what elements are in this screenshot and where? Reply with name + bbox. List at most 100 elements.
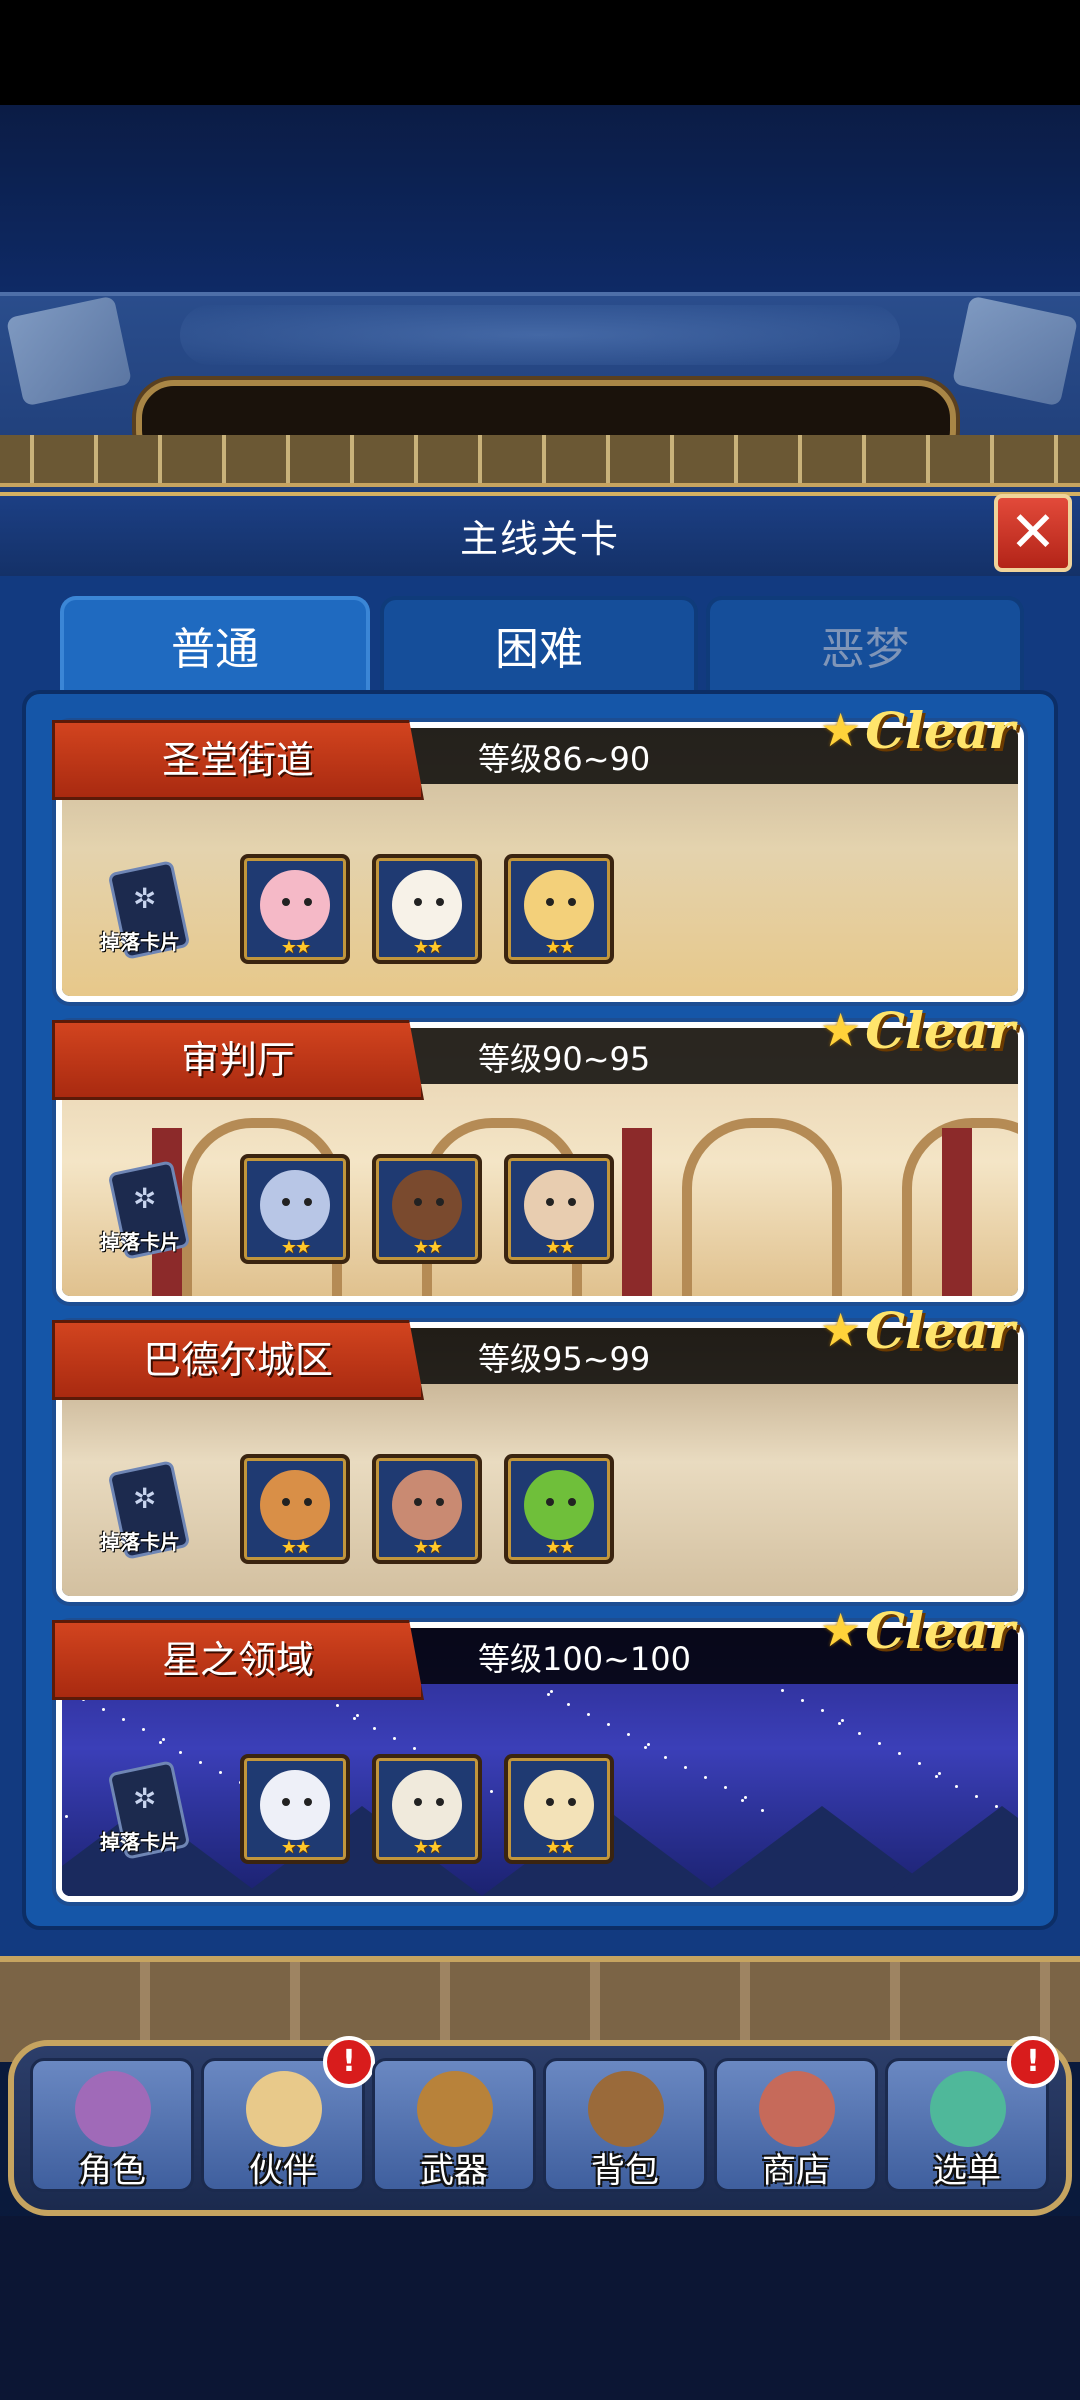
status-bar — [0, 0, 1080, 105]
star-dot — [356, 1714, 359, 1717]
eye — [546, 898, 554, 906]
owl-monster[interactable]: ★★ — [504, 1154, 614, 1264]
nav-backpack-button[interactable]: 背包 — [543, 2058, 707, 2192]
star-dot — [627, 1733, 630, 1736]
drop-card[interactable]: ✲ 掉落卡片 — [100, 1160, 191, 1270]
drop-card[interactable]: ✲ 掉落卡片 — [100, 860, 191, 970]
nav-label: 背包 — [591, 2151, 659, 2191]
star-dot — [199, 1761, 202, 1764]
snowflake-icon: ✲ — [133, 1482, 157, 1515]
stage-level: 等级90~95 — [478, 1040, 651, 1078]
snowflake-icon: ✲ — [133, 1782, 157, 1815]
notification-badge: ! — [1007, 2036, 1059, 2088]
nav-label: 武器 — [420, 2151, 488, 2191]
hamster-monster[interactable]: ★★ — [372, 1454, 482, 1564]
star-dot — [373, 1727, 376, 1730]
stage-name: 审判厅 — [180, 1038, 295, 1082]
clear-label: Clear — [865, 700, 1015, 760]
star-dot — [841, 1719, 844, 1722]
star-dot — [684, 1766, 687, 1769]
chicken-icon — [392, 870, 462, 940]
eye — [414, 1198, 422, 1206]
silver-hair-girl-icon — [260, 1170, 330, 1240]
eye — [436, 898, 444, 906]
rarity-stars: ★★ — [280, 1837, 311, 1858]
eye — [414, 1498, 422, 1506]
menu-icon — [930, 2071, 1006, 2147]
eye — [414, 898, 422, 906]
drop-card-label: 掉落卡片 — [100, 1830, 180, 1854]
star-dot — [644, 1746, 647, 1749]
star-dot — [821, 1709, 824, 1712]
eye — [436, 1198, 444, 1206]
clear-badge: ★ Clear — [820, 1300, 1015, 1360]
onion-monster[interactable]: ★★ — [240, 1454, 350, 1564]
close-icon: ✕ — [1009, 500, 1057, 565]
nurse-girl-monster[interactable]: ★★ — [372, 1154, 482, 1264]
silver-hair-girl-monster[interactable]: ★★ — [240, 1154, 350, 1264]
bush-monster[interactable]: ★★ — [504, 1454, 614, 1564]
winged-cat-monster[interactable]: ★★ — [504, 1754, 614, 1864]
star-dot — [219, 1771, 222, 1774]
drop-card[interactable]: ✲ 掉落卡片 — [100, 1760, 191, 1870]
blonde-girl-icon — [524, 870, 594, 940]
rarity-stars: ★★ — [544, 1837, 575, 1858]
star-dot — [567, 1703, 570, 1706]
clear-badge: ★ Clear — [820, 700, 1015, 760]
rarity-stars: ★★ — [544, 1237, 575, 1258]
star-dot — [162, 1738, 165, 1741]
rarity-stars: ★★ — [412, 1237, 443, 1258]
axolotl-icon — [260, 870, 330, 940]
candle-icon — [392, 1770, 462, 1840]
tab-normal[interactable]: 普通 — [60, 596, 370, 696]
star-dot — [898, 1752, 901, 1755]
stage-name: 圣堂街道 — [161, 738, 314, 782]
bottom-area — [0, 2216, 1080, 2400]
tab-hard[interactable]: 困难 — [380, 596, 698, 696]
eye — [304, 898, 312, 906]
nav-weapon-button[interactable]: 武器 — [372, 2058, 536, 2192]
eye — [546, 1798, 554, 1806]
frame-decoration — [0, 435, 1080, 487]
hamster-icon — [392, 1470, 462, 1540]
nav-character-button[interactable]: 角色 — [30, 2058, 194, 2192]
stage-level: 等级100~100 — [478, 1640, 691, 1678]
star-dot — [975, 1795, 978, 1798]
chicken-monster[interactable]: ★★ — [372, 854, 482, 964]
star-dot — [704, 1776, 707, 1779]
star-icon: ★ — [820, 1003, 862, 1057]
rarity-stars: ★★ — [412, 1837, 443, 1858]
drop-card-label: 掉落卡片 — [100, 1230, 180, 1254]
star-dot — [938, 1772, 941, 1775]
star-dot — [607, 1723, 610, 1726]
drop-card[interactable]: ✲ 掉落卡片 — [100, 1460, 191, 1570]
nav-shop-button[interactable]: 商店 — [714, 2058, 878, 2192]
eye — [282, 898, 290, 906]
bush-icon — [524, 1470, 594, 1540]
nav-label: 选单 — [933, 2151, 1001, 2191]
axolotl-monster[interactable]: ★★ — [240, 854, 350, 964]
eye — [304, 1498, 312, 1506]
page-title: 主线关卡 — [459, 517, 620, 561]
blonde-girl-monster[interactable]: ★★ — [504, 854, 614, 964]
star-dot — [336, 1704, 339, 1707]
star-dot — [647, 1743, 650, 1746]
eye — [568, 1798, 576, 1806]
white-fox-monster[interactable]: ★★ — [240, 1754, 350, 1864]
candle-monster[interactable]: ★★ — [372, 1754, 482, 1864]
clear-label: Clear — [865, 1000, 1015, 1060]
star-dot — [65, 1815, 68, 1818]
eye — [414, 1798, 422, 1806]
snowflake-icon: ✲ — [133, 882, 157, 915]
star-dot — [955, 1785, 958, 1788]
star-dot — [142, 1728, 145, 1731]
star-dot — [858, 1732, 861, 1735]
star-icon: ★ — [820, 1603, 862, 1657]
close-button[interactable]: ✕ — [994, 494, 1072, 572]
drop-card-label: 掉落卡片 — [100, 930, 180, 954]
star-dot — [878, 1742, 881, 1745]
notification-badge: ! — [323, 2036, 375, 2088]
nav-label: 伙伴 — [249, 2151, 317, 2191]
eye — [568, 898, 576, 906]
tab-nightmare[interactable]: 恶梦 — [706, 596, 1024, 696]
